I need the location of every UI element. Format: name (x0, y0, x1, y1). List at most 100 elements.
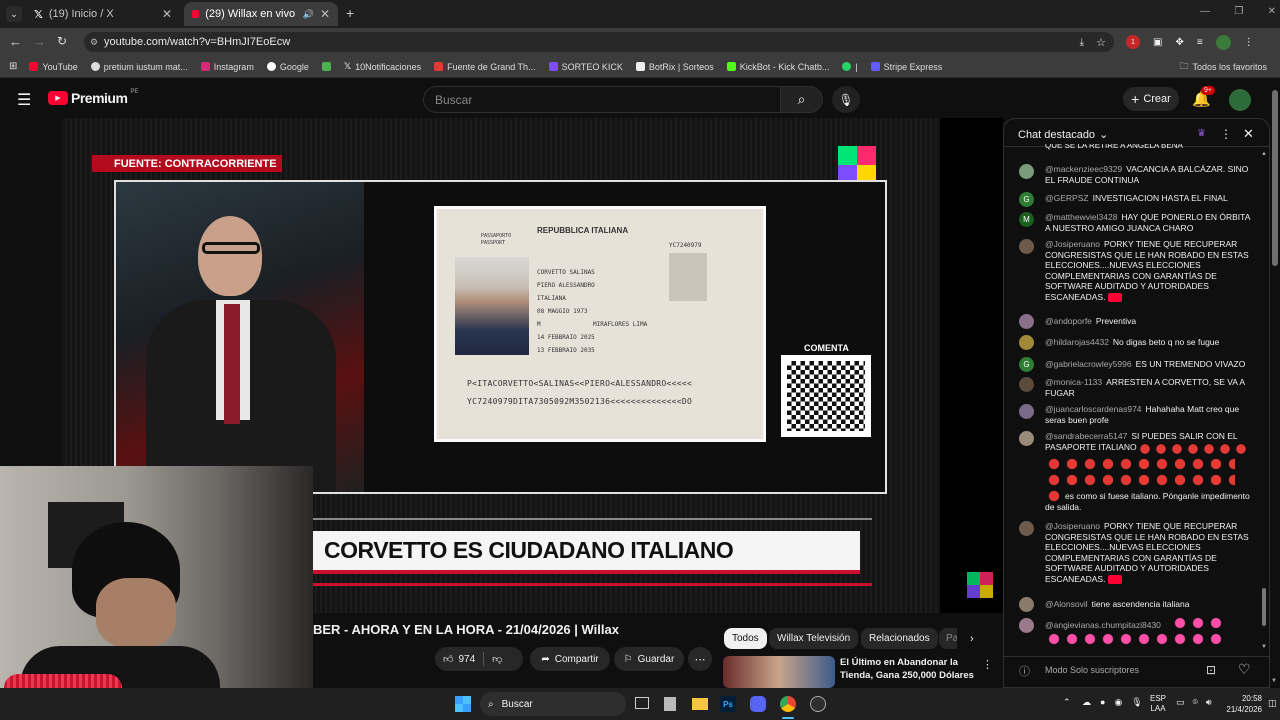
close-tab-icon[interactable]: ✕ (320, 7, 330, 21)
chat-scrollbar[interactable] (1262, 588, 1266, 626)
chip-partial[interactable]: Pa (939, 628, 957, 649)
close-chat-icon[interactable]: ✕ (1243, 126, 1254, 142)
passport-photo (455, 257, 529, 355)
recommendation-title[interactable]: El Último en Abandonar la Tienda, Gana 2… (840, 656, 974, 682)
bookmark-colorful[interactable] (321, 62, 331, 71)
reading-list-icon[interactable]: ≡ (1197, 37, 1203, 48)
super-chat-icon[interactable]: ⊡ (1206, 663, 1216, 677)
browser-tab-bar: ⌄ 𝕏 (19) Inicio / X ✕ (29) Willax en viv… (0, 0, 1280, 28)
windows-start-icon[interactable] (455, 696, 471, 712)
crown-icon[interactable]: ♛ (1197, 128, 1206, 139)
bookmark-notifications[interactable]: 𝕏 10Notificaciones (344, 61, 421, 72)
obs-icon[interactable] (810, 696, 826, 712)
bookmark-grand-theft[interactable]: Fuente de Grand Th... (434, 62, 536, 72)
save-button[interactable]: ⚐ Guardar (614, 647, 684, 671)
menu-kebab-icon[interactable]: ⋮ (1244, 37, 1254, 48)
bookmark-whatsapp[interactable]: | (842, 62, 858, 72)
system-tray-icons[interactable]: ▭ ⌾ 🔊︎ (1176, 697, 1212, 708)
app-icon[interactable] (664, 697, 676, 711)
share-icon: ➦ (541, 653, 550, 665)
restore-icon[interactable]: ❐ (1234, 6, 1243, 17)
microphone-icon[interactable]: 🎙 (1131, 697, 1142, 708)
bookmark-stripe[interactable]: Stripe Express (870, 62, 942, 72)
bookmark-instagram[interactable]: Instagram (200, 62, 254, 72)
close-window-icon[interactable]: ✕ (1268, 6, 1276, 17)
chip-willax[interactable]: Willax Televisión (769, 628, 859, 649)
url-text: youtube.com/watch?v=BHmJI7EoEcw (104, 36, 291, 48)
chat-avatar (1019, 239, 1034, 254)
extension-icon[interactable]: ▣ (1153, 37, 1162, 48)
more-actions-button[interactable]: ⋯ (688, 647, 712, 671)
bookmark-botrix[interactable]: BotRix | Sorteos (635, 62, 714, 72)
search-input[interactable]: Buscar (423, 86, 781, 113)
page-scrollbar[interactable] (1272, 90, 1278, 266)
bookmark-kickbot[interactable]: KickBot - Kick Chatb... (726, 62, 829, 72)
install-icon[interactable]: ⤓ (1080, 37, 1084, 48)
task-view-icon[interactable] (635, 697, 649, 709)
tab-x-home[interactable]: 𝕏 (19) Inicio / X ✕ (26, 2, 180, 26)
url-bar[interactable]: ⚙ youtube.com/watch?v=BHmJI7EoEcw ⤓ ☆ (84, 32, 1114, 52)
taskbar-search[interactable]: ⌕ Buscar (480, 692, 626, 716)
chrome-icon[interactable] (780, 696, 796, 712)
chip-todos[interactable]: Todos (724, 628, 767, 649)
search-button[interactable]: ⌕ (781, 86, 823, 113)
source-banner: FUENTE: CONTRACORRIENTE (92, 155, 282, 172)
tray-app-icon[interactable]: ◉ (1114, 697, 1122, 708)
chip-relacionados[interactable]: Relacionados (861, 628, 938, 649)
tray-app-icon[interactable]: ● (1100, 697, 1105, 708)
forward-icon[interactable]: → (33, 34, 46, 49)
info-icon[interactable]: ⓘ (1019, 663, 1030, 679)
site-info-icon[interactable]: ⚙ (90, 37, 98, 48)
create-button[interactable]: + Crear (1123, 87, 1179, 111)
profile-avatar[interactable] (1215, 34, 1231, 50)
bookmark-sorteo-kick[interactable]: SORTEO KICK (548, 62, 623, 72)
heart-icon[interactable]: ♡ (1238, 661, 1251, 678)
chat-message: @gabrielacrowley5996 ES UN TREMENDO VIVAZ… (1045, 359, 1246, 369)
bookmark-youtube[interactable]: YouTube (29, 62, 78, 72)
like-button[interactable]: 👍︎ 974 (435, 653, 475, 666)
share-button[interactable]: ➦ Compartir (530, 647, 610, 671)
tab-youtube-willax[interactable]: (29) Willax en vivo - CONTR 🔊 ✕ (184, 2, 338, 26)
discord-icon[interactable] (750, 696, 766, 712)
reload-icon[interactable]: ↻ (57, 34, 67, 48)
recommendation-menu-icon[interactable]: ⋮ (982, 658, 993, 671)
bookmark-google[interactable]: Google (266, 62, 309, 72)
recommendation-thumbnail[interactable] (723, 656, 835, 688)
microphone-icon: 🎙 (838, 92, 854, 107)
photoshop-icon[interactable]: Ps (720, 696, 736, 712)
puzzle-icon[interactable]: ✥ (1175, 37, 1183, 48)
tray-chevron-icon[interactable]: ⌃ (1063, 697, 1071, 708)
tab-search-icon[interactable]: ⌄ (6, 6, 22, 22)
hamburger-menu-icon[interactable]: ☰ (17, 90, 31, 110)
passport-code: YC7240979 (669, 242, 702, 249)
bookmark-star-icon[interactable]: ☆ (1096, 36, 1106, 49)
clock[interactable]: 20:58 21/4/2026 (1226, 693, 1262, 715)
page-scroll-down-icon[interactable]: ▼ (1271, 678, 1277, 684)
chips-next-icon[interactable]: › (970, 633, 974, 645)
bookmark-pretium[interactable]: pretium iustum mat... (90, 62, 188, 72)
new-tab-icon[interactable]: + (346, 5, 354, 21)
chat-title[interactable]: Chat destacado ⌄ (1018, 128, 1108, 142)
apps-grid-icon[interactable]: ⊞ (9, 61, 17, 72)
voice-search-button[interactable]: 🎙 (832, 86, 860, 113)
chat-scroll-down-icon[interactable]: ▼ (1261, 644, 1267, 650)
speaker-icon[interactable]: 🔊 (303, 9, 314, 20)
account-avatar[interactable] (1229, 89, 1251, 111)
notifications-button[interactable]: 🔔 9+ (1192, 86, 1215, 108)
back-icon[interactable]: ← (9, 34, 22, 49)
chat-avatar (1019, 377, 1034, 392)
chat-scroll-up-icon[interactable]: ▲ (1261, 151, 1267, 157)
youtube-logo[interactable]: ▶ Premium PE (48, 89, 138, 106)
notification-center-icon[interactable]: ◫ (1268, 698, 1277, 709)
language-indicator[interactable]: ESP LAA (1150, 694, 1166, 714)
presenter-tie (224, 304, 240, 424)
chat-message-continued: es como si fuese italiano. Pónganle impe… (1045, 491, 1250, 512)
close-tab-icon[interactable]: ✕ (162, 7, 172, 21)
cloud-icon[interactable]: ☁ (1082, 697, 1091, 708)
chat-menu-icon[interactable]: ⋮ (1220, 127, 1232, 141)
extension-badge-icon[interactable]: 1 (1126, 35, 1140, 49)
all-bookmarks[interactable]: 🗀 Todos los favoritos (1179, 59, 1267, 75)
minimize-icon[interactable]: — (1200, 6, 1210, 17)
file-explorer-icon[interactable] (692, 698, 708, 710)
dislike-button[interactable]: 👎︎ (492, 653, 502, 665)
